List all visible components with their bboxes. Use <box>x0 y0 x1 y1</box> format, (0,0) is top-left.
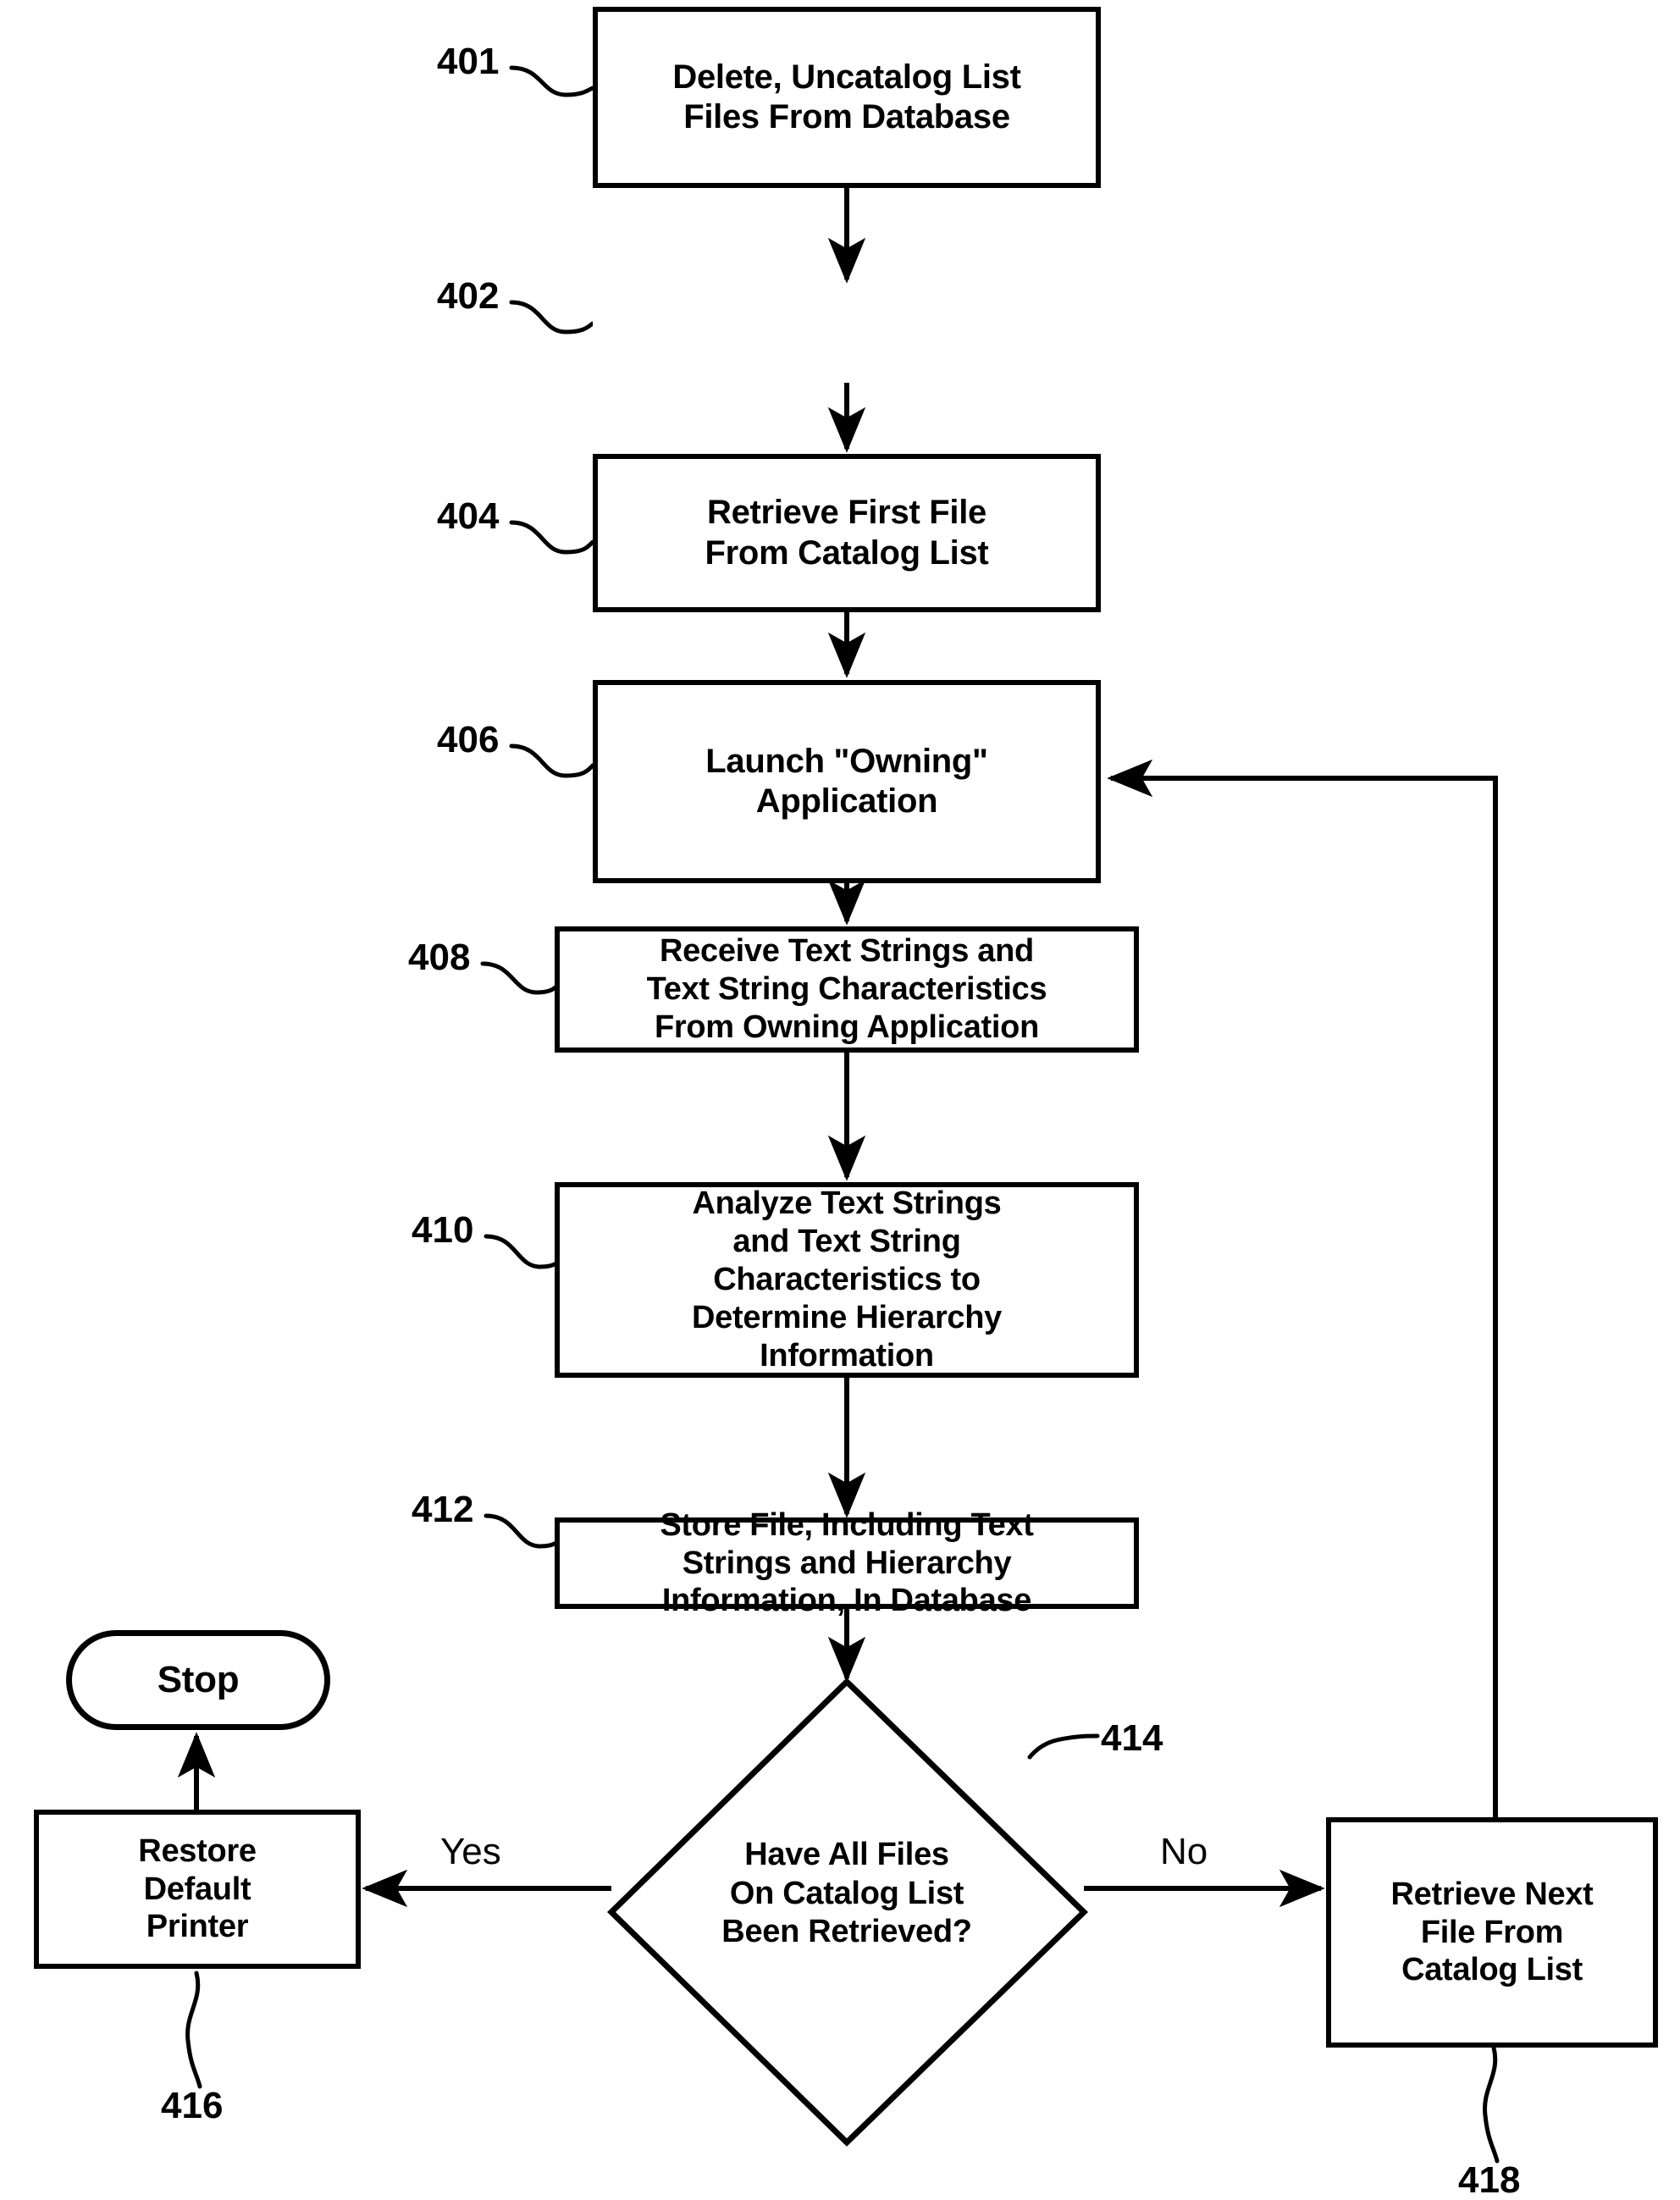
process-box-418-label: Retrieve Next File From Catalog List <box>1390 1876 1594 1988</box>
process-box-410[interactable]: Analyze Text Strings and Text String Cha… <box>555 1182 1139 1378</box>
leader-410 <box>484 1234 565 1269</box>
leader-401 <box>509 65 595 97</box>
terminator-stop-label: Stop <box>157 1659 240 1701</box>
edge-418-feedback-406 <box>1107 759 1498 1817</box>
leader-416 <box>185 1971 202 2089</box>
process-box-401[interactable]: Delete, Uncatalog List Files From Databa… <box>593 7 1101 188</box>
edge-label-no: No <box>1160 1831 1208 1872</box>
leader-406 <box>509 743 595 778</box>
leader-414 <box>1027 1733 1100 1760</box>
ref-number-414: 414 <box>1101 1717 1163 1759</box>
ref-number-402: 402 <box>437 275 500 317</box>
process-box-404-label: Retrieve First File From Catalog List <box>705 494 989 572</box>
process-box-412-label: Store File, Including Text Strings and H… <box>660 1506 1034 1619</box>
process-box-402-ext <box>593 285 1101 383</box>
process-box-410-label: Analyze Text Strings and Text String Cha… <box>691 1186 1003 1374</box>
leader-404 <box>509 520 595 555</box>
process-box-416[interactable]: Restore Default Printer <box>34 1810 361 1969</box>
ref-number-404: 404 <box>437 495 500 537</box>
process-box-401-label: Delete, Uncatalog List Files From Databa… <box>672 58 1021 135</box>
process-box-408[interactable]: Receive Text Strings and Text String Cha… <box>555 926 1139 1053</box>
process-box-408-label: Receive Text Strings and Text String Cha… <box>646 933 1047 1045</box>
leader-408 <box>480 961 561 995</box>
ref-number-416: 416 <box>161 2085 224 2126</box>
process-box-412[interactable]: Store File, Including Text Strings and H… <box>555 1507 1139 1618</box>
process-box-406[interactable]: Launch "Owning" Application <box>593 680 1101 883</box>
process-box-404[interactable]: Retrieve First File From Catalog List <box>593 454 1101 612</box>
process-box-418[interactable]: Retrieve Next File From Catalog List <box>1326 1817 1658 2048</box>
ref-number-401: 401 <box>437 41 500 82</box>
ref-number-418: 418 <box>1458 2159 1521 2200</box>
ref-number-410: 410 <box>412 1209 474 1251</box>
flowchart-canvas: Delete, Uncatalog List Files From Databa… <box>0 0 1680 2200</box>
process-box-406-label: Launch "Owning" Application <box>705 742 988 820</box>
process-box-416-label: Restore Default Printer <box>138 1832 257 1945</box>
ref-number-408: 408 <box>408 937 471 978</box>
leader-402 <box>509 300 595 334</box>
ref-number-412: 412 <box>412 1489 474 1530</box>
decision-414-label: Have All Files On Catalog List Been Retr… <box>721 1837 972 1950</box>
ref-number-406: 406 <box>437 719 500 760</box>
leader-412 <box>484 1513 565 1549</box>
leader-418 <box>1483 2045 1500 2164</box>
terminator-stop[interactable]: Stop <box>66 1630 330 1730</box>
edge-label-yes: Yes <box>440 1831 501 1872</box>
